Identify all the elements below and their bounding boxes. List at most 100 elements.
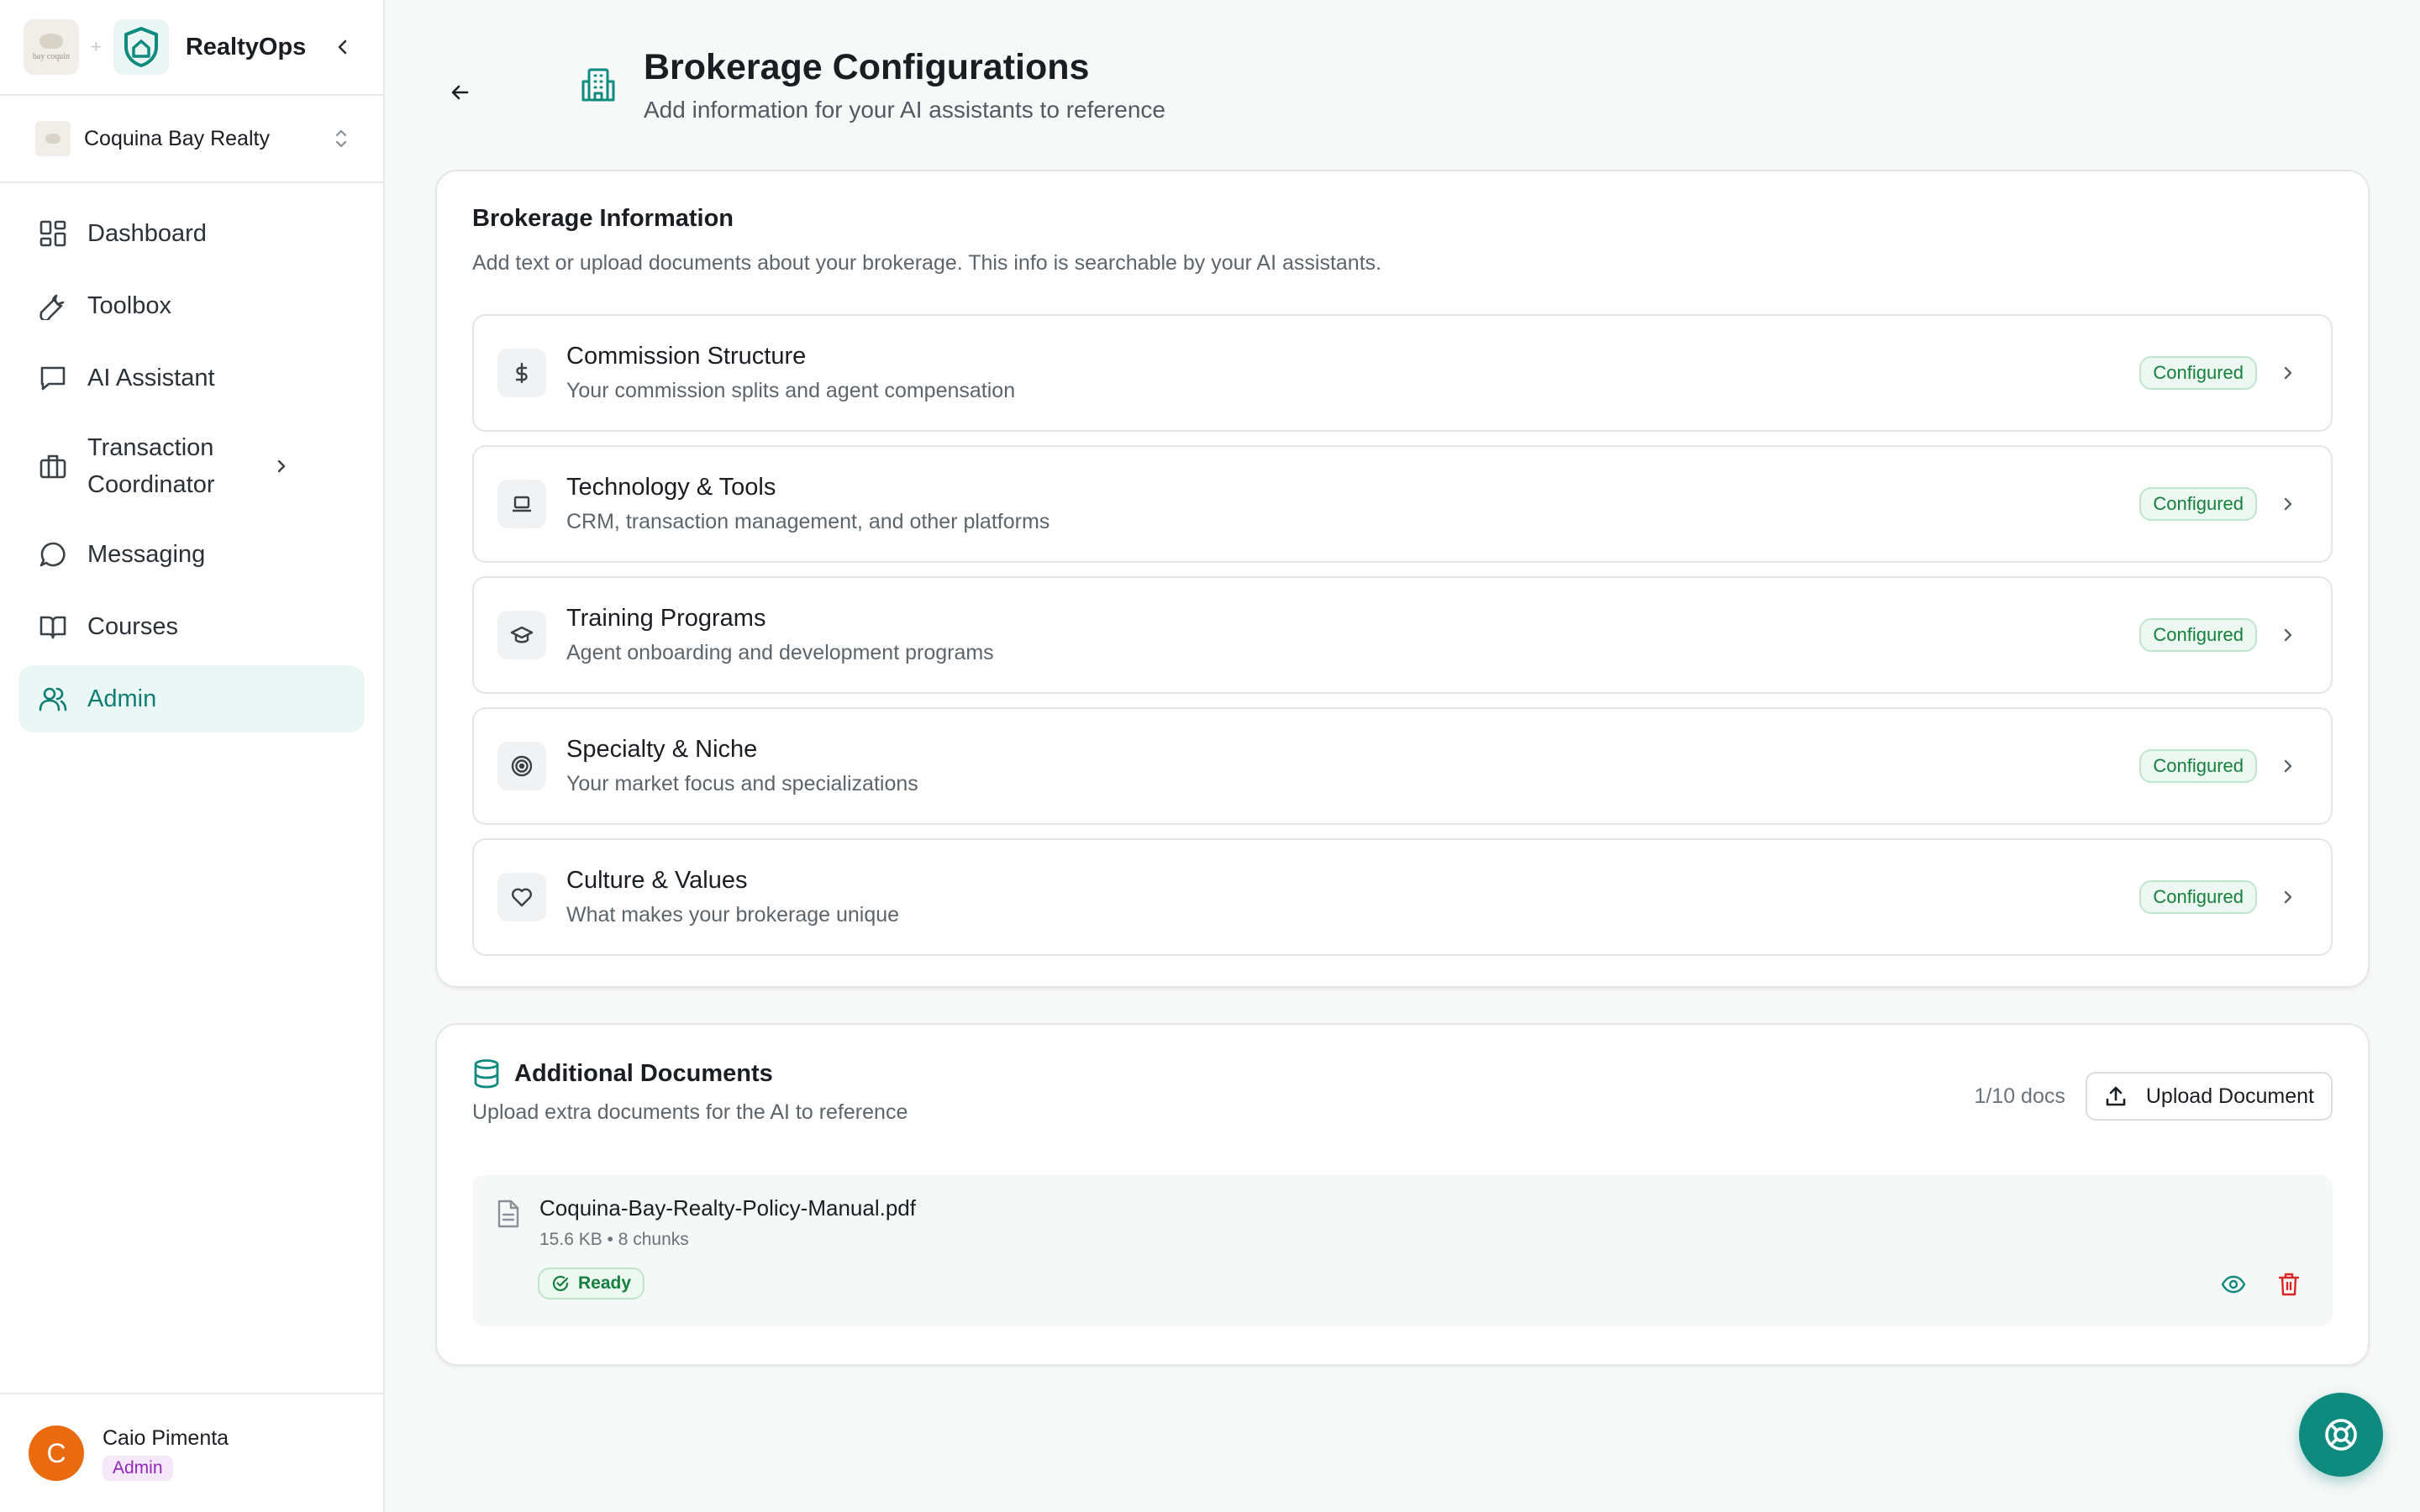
building-icon	[571, 58, 625, 112]
sidebar-item-courses[interactable]: Courses	[18, 593, 365, 660]
status-text: Ready	[578, 1273, 632, 1293]
client-logo: bay coquin	[24, 19, 79, 75]
chevron-right-icon	[2275, 885, 2301, 910]
config-section-commission-structure[interactable]: Commission Structure Your commission spl…	[472, 314, 2333, 432]
status-badge: Configured	[2139, 487, 2257, 521]
users-icon	[37, 683, 69, 715]
chevron-right-icon	[2275, 491, 2301, 517]
config-section-technology-tools[interactable]: Technology & Tools CRM, transaction mana…	[472, 445, 2333, 563]
document-meta: 15.6 KB • 8 chunks	[539, 1230, 689, 1249]
database-icon	[474, 1059, 499, 1089]
graduation-cap-icon	[497, 611, 546, 659]
page-title: Brokerage Configurations	[644, 46, 1090, 87]
sidebar-item-ai-assistant[interactable]: AI Assistant	[18, 344, 365, 412]
chevron-right-icon	[2275, 622, 2301, 648]
document-name: Coquina-Bay-Realty-Policy-Manual.pdf	[539, 1195, 916, 1221]
page-header: Brokerage Configurations Add information…	[435, 0, 2370, 170]
section-subtitle: What makes your brokerage unique	[566, 903, 900, 927]
dashboard-icon	[37, 218, 69, 249]
message-circle-icon	[37, 538, 69, 570]
brand-name: RealtyOps	[185, 33, 307, 60]
laptop-icon	[497, 480, 546, 528]
shield-logo-icon	[124, 27, 158, 67]
section-subtitle: Your market focus and specializations	[566, 772, 918, 795]
upload-icon	[2106, 1086, 2126, 1106]
section-title: Technology & Tools	[566, 474, 776, 501]
book-open-icon	[37, 611, 69, 643]
doc-count: 1/10 docs	[1974, 1084, 2065, 1108]
config-section-list: Commission Structure Your commission spl…	[472, 314, 2333, 956]
section-title: Culture & Values	[566, 867, 748, 894]
status-badge: Configured	[2139, 749, 2257, 783]
status-badge: Configured	[2139, 618, 2257, 652]
sidebar-item-admin[interactable]: Admin	[18, 665, 365, 732]
briefcase-icon	[37, 450, 69, 482]
upload-button-label: Upload Document	[2145, 1084, 2314, 1108]
section-subtitle: CRM, transaction management, and other p…	[566, 510, 1050, 533]
section-subtitle: Agent onboarding and development program…	[566, 641, 994, 664]
chevron-right-icon	[2275, 360, 2301, 386]
check-circle-icon	[552, 1275, 569, 1291]
card-description: Upload extra documents for the AI to ref…	[472, 1100, 908, 1124]
status-badge: Configured	[2139, 356, 2257, 390]
brand-logo	[113, 19, 169, 75]
eye-icon	[2221, 1275, 2246, 1294]
brand-row: bay coquin + RealtyOps	[0, 0, 383, 96]
chevron-right-icon	[277, 459, 286, 473]
sidebar-item-label: Admin	[87, 685, 157, 712]
chevron-left-icon	[338, 39, 347, 55]
lifebuoy-icon	[2325, 1419, 2357, 1451]
dollar-icon	[497, 349, 546, 397]
sidebar-item-label: AI Assistant	[87, 365, 215, 391]
upload-document-button[interactable]: Upload Document	[2085, 1072, 2333, 1121]
sidebar-item-label: Dashboard	[87, 220, 207, 247]
section-title: Training Programs	[566, 605, 766, 632]
wrench-icon	[37, 290, 69, 322]
status-badge: Configured	[2139, 880, 2257, 914]
sidebar-item-messaging[interactable]: Messaging	[18, 521, 365, 588]
view-document-button[interactable]	[2218, 1269, 2249, 1299]
user-name: Caio Pimenta	[103, 1425, 229, 1450]
card-description: Add text or upload documents about your …	[472, 251, 1382, 275]
sidebar-item-label: Toolbox	[87, 292, 171, 319]
sidebar-item-toolbox[interactable]: Toolbox	[18, 272, 365, 339]
card-title: Brokerage Information	[472, 205, 734, 232]
chevron-up-down-icon	[335, 129, 347, 148]
main-content: Brokerage Configurations Add information…	[385, 0, 2420, 1512]
config-section-culture-values[interactable]: Culture & Values What makes your brokera…	[472, 838, 2333, 956]
chat-square-icon	[37, 362, 69, 394]
role-badge: Admin	[103, 1455, 173, 1481]
org-switcher[interactable]: Coquina Bay Realty	[0, 96, 383, 183]
collapse-sidebar-button[interactable]	[326, 30, 360, 64]
config-section-training-programs[interactable]: Training Programs Agent onboarding and d…	[472, 576, 2333, 694]
delete-document-button[interactable]	[2274, 1269, 2304, 1299]
brokerage-information-card: Brokerage Information Add text or upload…	[435, 170, 2370, 988]
card-title: Additional Documents	[514, 1059, 773, 1087]
additional-documents-card: Additional Documents Upload extra docume…	[435, 1023, 2370, 1366]
sidebar-item-label: Transaction Coordinator	[87, 434, 215, 498]
target-icon	[497, 742, 546, 790]
plus-separator: +	[91, 36, 102, 57]
file-text-icon	[497, 1200, 519, 1228]
org-name: Coquina Bay Realty	[84, 126, 270, 150]
section-title: Commission Structure	[566, 343, 807, 370]
section-subtitle: Your commission splits and agent compens…	[566, 379, 1016, 402]
sidebar-item-transaction-coordinator[interactable]: Transaction Coordinator	[18, 417, 365, 516]
client-logo-text: bay coquin	[32, 51, 71, 61]
section-title: Specialty & Niche	[566, 736, 758, 763]
chevron-right-icon	[2275, 753, 2301, 779]
sidebar-item-label: Courses	[87, 613, 178, 640]
config-section-specialty-niche[interactable]: Specialty & Niche Your market focus and …	[472, 707, 2333, 825]
sidebar-item-dashboard[interactable]: Dashboard	[18, 200, 365, 267]
org-logo	[35, 121, 71, 156]
sidebar: bay coquin + RealtyOps Coquina Bay Realt…	[0, 0, 385, 1512]
sidebar-item-label: Messaging	[87, 541, 206, 568]
user-profile[interactable]: C Caio Pimenta Admin	[0, 1393, 383, 1512]
document-item: Coquina-Bay-Realty-Policy-Manual.pdf 15.…	[472, 1175, 2333, 1326]
status-badge: Ready	[538, 1268, 645, 1299]
avatar: C	[29, 1425, 84, 1481]
trash-icon	[2278, 1273, 2300, 1296]
heart-icon	[497, 873, 546, 921]
help-button[interactable]	[2299, 1393, 2383, 1477]
page-subtitle: Add information for your AI assistants t…	[644, 96, 1165, 123]
